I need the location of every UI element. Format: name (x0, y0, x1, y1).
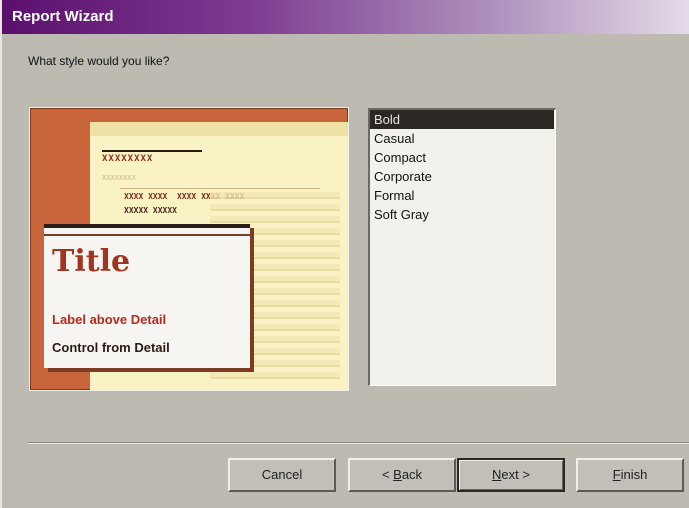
style-option-soft-gray[interactable]: Soft Gray (370, 205, 554, 224)
cancel-button[interactable]: Cancel (228, 458, 336, 492)
next-label-rest: ext > (501, 467, 530, 482)
separator-highlight (28, 443, 689, 444)
report-wizard-dialog: Report Wizard What style would you like?… (0, 0, 689, 508)
style-option-casual[interactable]: Casual (370, 129, 554, 148)
back-button[interactable]: < Back (348, 458, 456, 492)
back-label-accel: B (393, 467, 402, 482)
preview-header-text: XXXXXXXX (102, 154, 154, 164)
style-option-bold[interactable]: Bold (370, 110, 554, 129)
preview-rule (102, 150, 202, 152)
next-button[interactable]: Next > (457, 458, 565, 492)
preview-card: Title Label above Detail Control from De… (44, 224, 250, 368)
style-prompt: What style would you like? (28, 54, 170, 68)
style-option-formal[interactable]: Formal (370, 186, 554, 205)
preview-group-header-2: XXXXX XXXXX (124, 206, 177, 215)
finish-button[interactable]: Finish (576, 458, 684, 492)
cancel-label: Cancel (261, 467, 303, 482)
preview-label-text: Label above Detail (52, 312, 167, 327)
style-option-corporate[interactable]: Corporate (370, 167, 554, 186)
preview-band (90, 122, 348, 136)
preview-control-text: Control from Detail (52, 340, 170, 355)
style-listbox[interactable]: Bold Casual Compact Corporate Formal Sof… (368, 108, 556, 386)
preview-group-rule (120, 188, 320, 189)
style-preview: XXXXXXXX XXXXXXXX XXXX XXXX XXXX XXXX XX… (30, 108, 348, 390)
finish-label-accel: F (612, 467, 621, 482)
window-title: Report Wizard (12, 8, 114, 25)
title-bar[interactable]: Report Wizard (2, 0, 689, 34)
back-label-prefix: < (381, 467, 394, 482)
preview-sub-text: XXXXXXXX (102, 174, 136, 182)
style-option-compact[interactable]: Compact (370, 148, 554, 167)
finish-label-rest: inish (620, 467, 648, 482)
preview-title: Title (52, 244, 131, 279)
next-label-accel: N (492, 467, 502, 482)
back-label-rest: ack (401, 467, 423, 482)
